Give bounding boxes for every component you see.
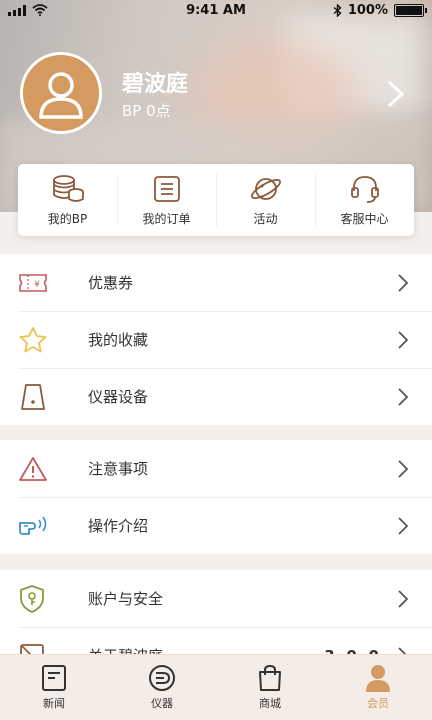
user-avatar-icon bbox=[39, 72, 83, 119]
quick-action-label: 客服中心 bbox=[340, 211, 389, 226]
member-icon bbox=[366, 665, 390, 692]
menu-item-precautions[interactable]: 注意事项 bbox=[0, 440, 432, 497]
menu-item-label: 操作介绍 bbox=[88, 517, 149, 535]
warning-icon bbox=[19, 456, 47, 481]
tab-devices[interactable]: 仪器 bbox=[108, 655, 216, 720]
chevron-right-icon bbox=[398, 459, 409, 478]
battery-percent: 100% bbox=[347, 3, 388, 18]
menu-item-operation-guide[interactable]: 操作介绍 bbox=[0, 497, 432, 554]
profile-points: BP 0点 bbox=[122, 102, 171, 120]
menu-item-coupons[interactable]: ¥ 优惠券 bbox=[0, 254, 432, 311]
quick-action-label: 我的BP bbox=[47, 211, 88, 226]
menu-item-label: 仪器设备 bbox=[88, 388, 149, 406]
shield-icon bbox=[20, 584, 44, 613]
avatar[interactable] bbox=[20, 52, 102, 134]
chevron-right-icon[interactable] bbox=[384, 80, 408, 108]
menu-group-1: ¥ 优惠券 我的收藏 仪器设备 bbox=[0, 254, 432, 425]
tab-label: 会员 bbox=[367, 697, 389, 710]
tab-label: 新闻 bbox=[43, 697, 65, 710]
quick-action-events[interactable]: 活动 bbox=[216, 164, 315, 236]
tab-member[interactable]: 会员 bbox=[324, 655, 432, 720]
coupon-icon: ¥ bbox=[19, 273, 47, 292]
status-bar: 9:41 AM 100% bbox=[0, 0, 432, 22]
planet-icon bbox=[250, 177, 281, 200]
bluetooth-icon bbox=[333, 4, 342, 17]
quick-action-my-bp[interactable]: 我的BP bbox=[18, 164, 117, 236]
chevron-right-icon bbox=[398, 589, 409, 608]
headset-icon bbox=[350, 175, 379, 203]
shopping-bag-icon bbox=[259, 664, 281, 691]
device-tab-icon bbox=[149, 665, 175, 691]
order-list-icon bbox=[153, 175, 180, 202]
quick-action-label: 我的订单 bbox=[142, 211, 191, 226]
quick-action-customer-service[interactable]: 客服中心 bbox=[315, 164, 414, 236]
coins-icon bbox=[52, 174, 84, 202]
menu-item-label: 账户与安全 bbox=[88, 590, 164, 608]
menu-item-favorites[interactable]: 我的收藏 bbox=[0, 311, 432, 368]
quick-actions-card: 我的BP 我的订单 活动 客服中心 bbox=[18, 164, 414, 236]
battery-icon bbox=[394, 4, 427, 17]
svg-text:¥: ¥ bbox=[34, 280, 40, 290]
hand-pointer-icon bbox=[19, 516, 47, 535]
menu-group-2: 注意事项 操作介绍 bbox=[0, 440, 432, 554]
news-icon bbox=[42, 665, 66, 691]
tab-label: 仪器 bbox=[151, 697, 173, 710]
tab-shop[interactable]: 商城 bbox=[216, 655, 324, 720]
chevron-right-icon bbox=[398, 516, 409, 535]
tab-label: 商城 bbox=[259, 697, 281, 710]
menu-item-label: 优惠券 bbox=[88, 274, 134, 292]
menu-item-label: 我的收藏 bbox=[88, 331, 149, 349]
menu-item-label: 注意事项 bbox=[88, 460, 149, 478]
chevron-right-icon bbox=[398, 273, 409, 292]
chevron-right-icon bbox=[398, 387, 409, 406]
quick-action-my-orders[interactable]: 我的订单 bbox=[117, 164, 216, 236]
profile-name: 碧波庭 bbox=[122, 72, 189, 97]
menu-item-account-security[interactable]: 账户与安全 bbox=[0, 570, 432, 627]
device-icon bbox=[21, 383, 45, 410]
tab-news[interactable]: 新闻 bbox=[0, 655, 108, 720]
quick-action-label: 活动 bbox=[253, 211, 278, 226]
menu-item-devices[interactable]: 仪器设备 bbox=[0, 368, 432, 425]
star-icon bbox=[19, 326, 47, 352]
bottom-tab-bar: 新闻 仪器 商城 会员 bbox=[0, 654, 432, 720]
chevron-right-icon bbox=[398, 330, 409, 349]
